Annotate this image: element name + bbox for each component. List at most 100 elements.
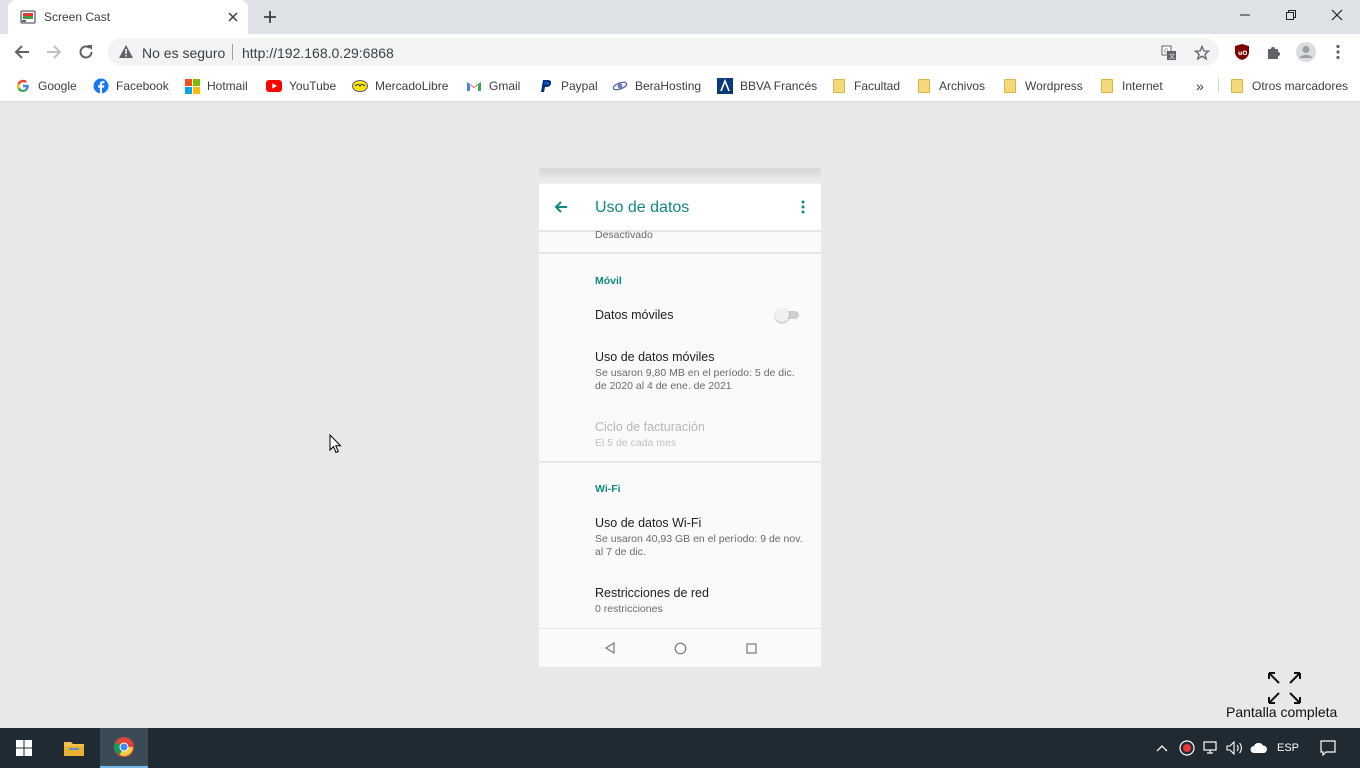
warning-icon[interactable] <box>118 44 134 64</box>
bookmarks-overflow-button[interactable]: » <box>1196 76 1204 96</box>
forward-arrow-icon[interactable] <box>40 38 68 66</box>
fullscreen-label[interactable]: Pantalla completa <box>1226 704 1337 720</box>
tab-strip: Screen Cast <box>0 0 1360 34</box>
divider <box>539 461 821 463</box>
bookmark-gmail[interactable]: Gmail <box>466 76 520 96</box>
wifi-usage-line1: Se usaron 40,93 GB en el período: 9 de n… <box>595 533 803 545</box>
youtube-icon <box>266 78 282 94</box>
back-arrow-icon[interactable] <box>8 38 36 66</box>
file-explorer-icon[interactable] <box>50 728 98 768</box>
mobile-data-label: Datos móviles <box>595 308 674 322</box>
reload-icon[interactable] <box>72 38 100 66</box>
chrome-taskbar-icon[interactable] <box>100 728 148 768</box>
bookmarks-separator <box>1218 78 1219 94</box>
tab-close-icon[interactable] <box>224 8 242 26</box>
bookmark-label: Facebook <box>116 79 169 93</box>
wifi-usage-line2: al 7 de dic. <box>595 546 646 558</box>
security-label[interactable]: No es seguro <box>142 45 225 61</box>
mobile-data-toggle[interactable] <box>775 308 799 322</box>
berahosting-icon <box>612 78 628 94</box>
bookmark-label: BBVA Francés <box>740 79 818 93</box>
bookmark-label: Google <box>38 79 77 93</box>
screencast-icon <box>20 9 36 25</box>
folder-icon <box>831 78 847 94</box>
bookmark-label: Archivos <box>939 79 986 93</box>
section-header-mobile: Móvil <box>595 275 622 287</box>
bbva-icon <box>717 78 733 94</box>
language-indicator[interactable]: ESP <box>1274 728 1302 768</box>
section-header-wifi: Wi-Fi <box>595 483 621 495</box>
star-bookmark-icon[interactable] <box>1191 42 1213 64</box>
minimize-icon[interactable] <box>1222 0 1268 30</box>
profile-avatar-icon[interactable] <box>1292 38 1320 66</box>
translate-icon[interactable]: G文 <box>1158 42 1180 64</box>
bookmark-facebook[interactable]: Facebook <box>93 76 169 96</box>
hotmail-icon <box>184 78 200 94</box>
close-icon[interactable] <box>1314 0 1360 30</box>
mobile-usage-line1: Se usaron 9,80 MB en el período: 5 de di… <box>595 367 795 379</box>
address-bar[interactable]: No es seguro http://192.168.0.29:6868 G文 <box>108 38 1219 66</box>
fullscreen-icon[interactable] <box>1266 670 1304 706</box>
bookmark-bbva[interactable]: BBVA Francés <box>717 76 817 96</box>
windows-taskbar: ESP <box>0 728 1360 768</box>
billing-cycle-title: Ciclo de facturación <box>595 420 705 434</box>
facebook-icon <box>93 78 109 94</box>
paypal-icon <box>538 78 554 94</box>
overflow-menu-icon[interactable] <box>795 196 811 218</box>
antivirus-tray-icon[interactable] <box>1177 728 1197 768</box>
bookmark-label: YouTube <box>289 79 337 93</box>
new-tab-icon[interactable] <box>259 6 281 28</box>
action-center-icon[interactable] <box>1312 728 1344 768</box>
url-text[interactable]: http://192.168.0.29:6868 <box>242 45 394 61</box>
mobile-usage-line2: de 2020 al 4 de ene. de 2021 <box>595 380 732 392</box>
bookmark-youtube[interactable]: YouTube <box>266 76 336 96</box>
folder-icon <box>1099 78 1115 94</box>
bookmark-mercadolibre[interactable]: MercadoLibre <box>352 76 448 96</box>
mouse-cursor-icon <box>329 433 342 459</box>
bookmark-label: MercadoLibre <box>375 79 449 93</box>
extensions-puzzle-icon[interactable] <box>1260 38 1288 66</box>
bookmark-google[interactable]: Google <box>15 76 77 96</box>
nav-recents-icon[interactable] <box>742 639 760 657</box>
bookmark-berahosting[interactable]: BeraHosting <box>612 76 701 96</box>
bookmark-label: Wordpress <box>1025 79 1083 93</box>
restore-icon[interactable] <box>1268 0 1314 30</box>
bookmark-folder-archivos[interactable]: Archivos <box>916 76 985 96</box>
show-hidden-icons-icon[interactable] <box>1154 728 1170 768</box>
address-separator <box>232 44 233 60</box>
top-summary: Desactivado <box>595 229 653 241</box>
mercadolibre-icon <box>352 78 368 94</box>
wifi-usage-title: Uso de datos Wi-Fi <box>595 516 702 530</box>
windows-start-icon[interactable] <box>0 728 48 768</box>
bookmark-folder-facultad[interactable]: Facultad <box>831 76 900 96</box>
bookmark-hotmail[interactable]: Hotmail <box>184 76 248 96</box>
bookmark-label: Hotmail <box>207 79 248 93</box>
ublock-origin-icon[interactable]: uO <box>1228 38 1256 66</box>
volume-icon[interactable] <box>1224 728 1246 768</box>
app-bar: Uso de datos <box>539 184 821 232</box>
bookmark-label: Facultad <box>854 79 901 93</box>
nav-home-icon[interactable] <box>671 639 689 657</box>
tab-screen-cast[interactable]: Screen Cast <box>8 0 248 34</box>
bookmark-paypal[interactable]: Paypal <box>538 76 598 96</box>
phone-status-bar <box>539 168 821 184</box>
billing-cycle-subtitle: El 5 de cada mes <box>595 437 677 449</box>
mobile-usage-title: Uso de datos móviles <box>595 350 715 364</box>
browser-toolbar: No es seguro http://192.168.0.29:6868 G文… <box>0 34 1360 70</box>
bookmark-folder-wordpress[interactable]: Wordpress <box>1002 76 1083 96</box>
onedrive-cloud-icon[interactable] <box>1248 728 1270 768</box>
nav-back-icon[interactable] <box>601 639 619 657</box>
page-title: Uso de datos <box>595 199 690 216</box>
back-arrow-icon[interactable] <box>551 197 571 217</box>
bookmarks-bar: Google Facebook Hotmail YouTube MercadoL… <box>0 70 1360 102</box>
phone-screen[interactable]: Uso de datos Desactivado Móvil Datos móv… <box>539 168 821 667</box>
google-icon <box>15 78 31 94</box>
more-menu-icon[interactable] <box>1324 38 1352 66</box>
bookmark-folder-internet[interactable]: Internet <box>1099 76 1163 96</box>
other-bookmarks[interactable]: Otros marcadores <box>1229 76 1348 96</box>
other-bookmarks-label: Otros marcadores <box>1252 79 1349 93</box>
network-icon[interactable] <box>1200 728 1222 768</box>
restrictions-title: Restricciones de red <box>595 586 709 600</box>
tab-title: Screen Cast <box>44 10 111 24</box>
svg-text:uO: uO <box>1238 50 1247 57</box>
